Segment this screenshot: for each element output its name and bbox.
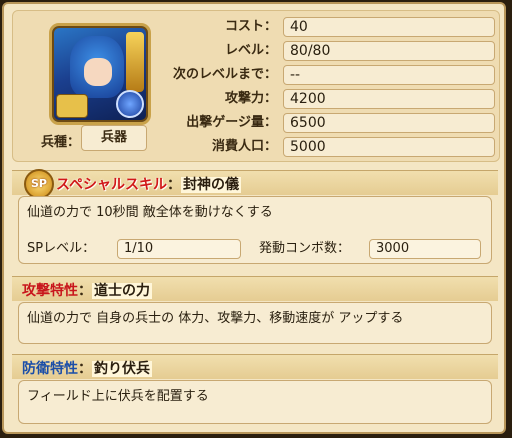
attack-trait-box: 仙道の力で 自身の兵士の 体力、攻撃力、移動速度が アップする <box>18 302 492 344</box>
stat-row-attack: 攻撃力： 4200 <box>163 89 503 109</box>
attack-trait-header: 攻撃特性： 道士の力 <box>12 276 498 301</box>
weapon-type-icon <box>56 94 88 118</box>
stat-row-level: レベル： 80/80 <box>163 41 503 61</box>
combo-label: 発動コンボ数： <box>259 241 351 256</box>
sp-badge-icon: SP <box>24 169 54 199</box>
special-skill-title: スペシャルスキル： 封神の儀 <box>56 177 242 193</box>
element-orb-icon <box>116 90 144 118</box>
sp-level-value: 1/10 <box>117 239 241 259</box>
stat-row-cost: コスト： 40 <box>163 17 503 37</box>
attack-trait-title: 攻撃特性： 道士の力 <box>22 283 152 299</box>
stat-label: 出撃ゲージ量： <box>186 115 277 130</box>
defense-trait-header: 防衛特性： 釣り伏兵 <box>12 354 498 379</box>
unit-type-label: 兵種： <box>41 135 81 150</box>
special-skill-description: 仙道の力で 10秒間 敵全体を動けなくする <box>27 205 273 220</box>
unit-portrait[interactable] <box>49 23 151 125</box>
stat-value: -- <box>283 65 495 85</box>
defense-trait-box: フィールド上に伏兵を配置する <box>18 380 492 424</box>
stat-value: 80/80 <box>283 41 495 61</box>
stat-value: 40 <box>283 17 495 37</box>
defense-trait-description: フィールド上に伏兵を配置する <box>27 389 209 404</box>
defense-trait-title: 防衛特性： 釣り伏兵 <box>22 361 152 377</box>
attack-trait-name: 道士の力 <box>92 283 152 299</box>
special-skill-name: 封神の儀 <box>181 177 242 193</box>
stat-label: 次のレベルまで： <box>172 67 277 82</box>
defense-trait-name: 釣り伏兵 <box>92 361 152 377</box>
combo-value: 3000 <box>369 239 481 259</box>
portrait-face <box>84 58 112 86</box>
stat-row-deploy-gauge: 出撃ゲージ量： 6500 <box>163 113 503 133</box>
special-skill-header: SP スペシャルスキル： 封神の儀 <box>12 169 498 199</box>
stat-label: 消費人口： <box>211 139 277 154</box>
stat-value: 5000 <box>283 137 495 157</box>
attack-trait-description: 仙道の力で 自身の兵士の 体力、攻撃力、移動速度が アップする <box>27 311 404 326</box>
stat-label: 攻撃力： <box>224 91 277 106</box>
stat-label: コスト： <box>224 19 277 34</box>
sp-level-label: SPレベル： <box>27 241 96 256</box>
unit-type-value: 兵器 <box>81 125 147 151</box>
stat-row-population: 消費人口： 5000 <box>163 137 503 157</box>
portrait-ornament <box>126 32 144 92</box>
unit-detail-panel: 兵種： 兵器 コスト： 40 レベル： 80/80 次のレベルまで： -- 攻撃… <box>2 2 506 434</box>
stat-label: レベル： <box>224 43 277 58</box>
stat-value: 4200 <box>283 89 495 109</box>
stat-row-next-level: 次のレベルまで： -- <box>163 65 503 85</box>
stat-value: 6500 <box>283 113 495 133</box>
special-skill-box: 仙道の力で 10秒間 敵全体を動けなくする SPレベル： 1/10 発動コンボ数… <box>18 196 492 264</box>
unit-stats-area: 兵種： 兵器 コスト： 40 レベル： 80/80 次のレベルまで： -- 攻撃… <box>12 10 500 162</box>
